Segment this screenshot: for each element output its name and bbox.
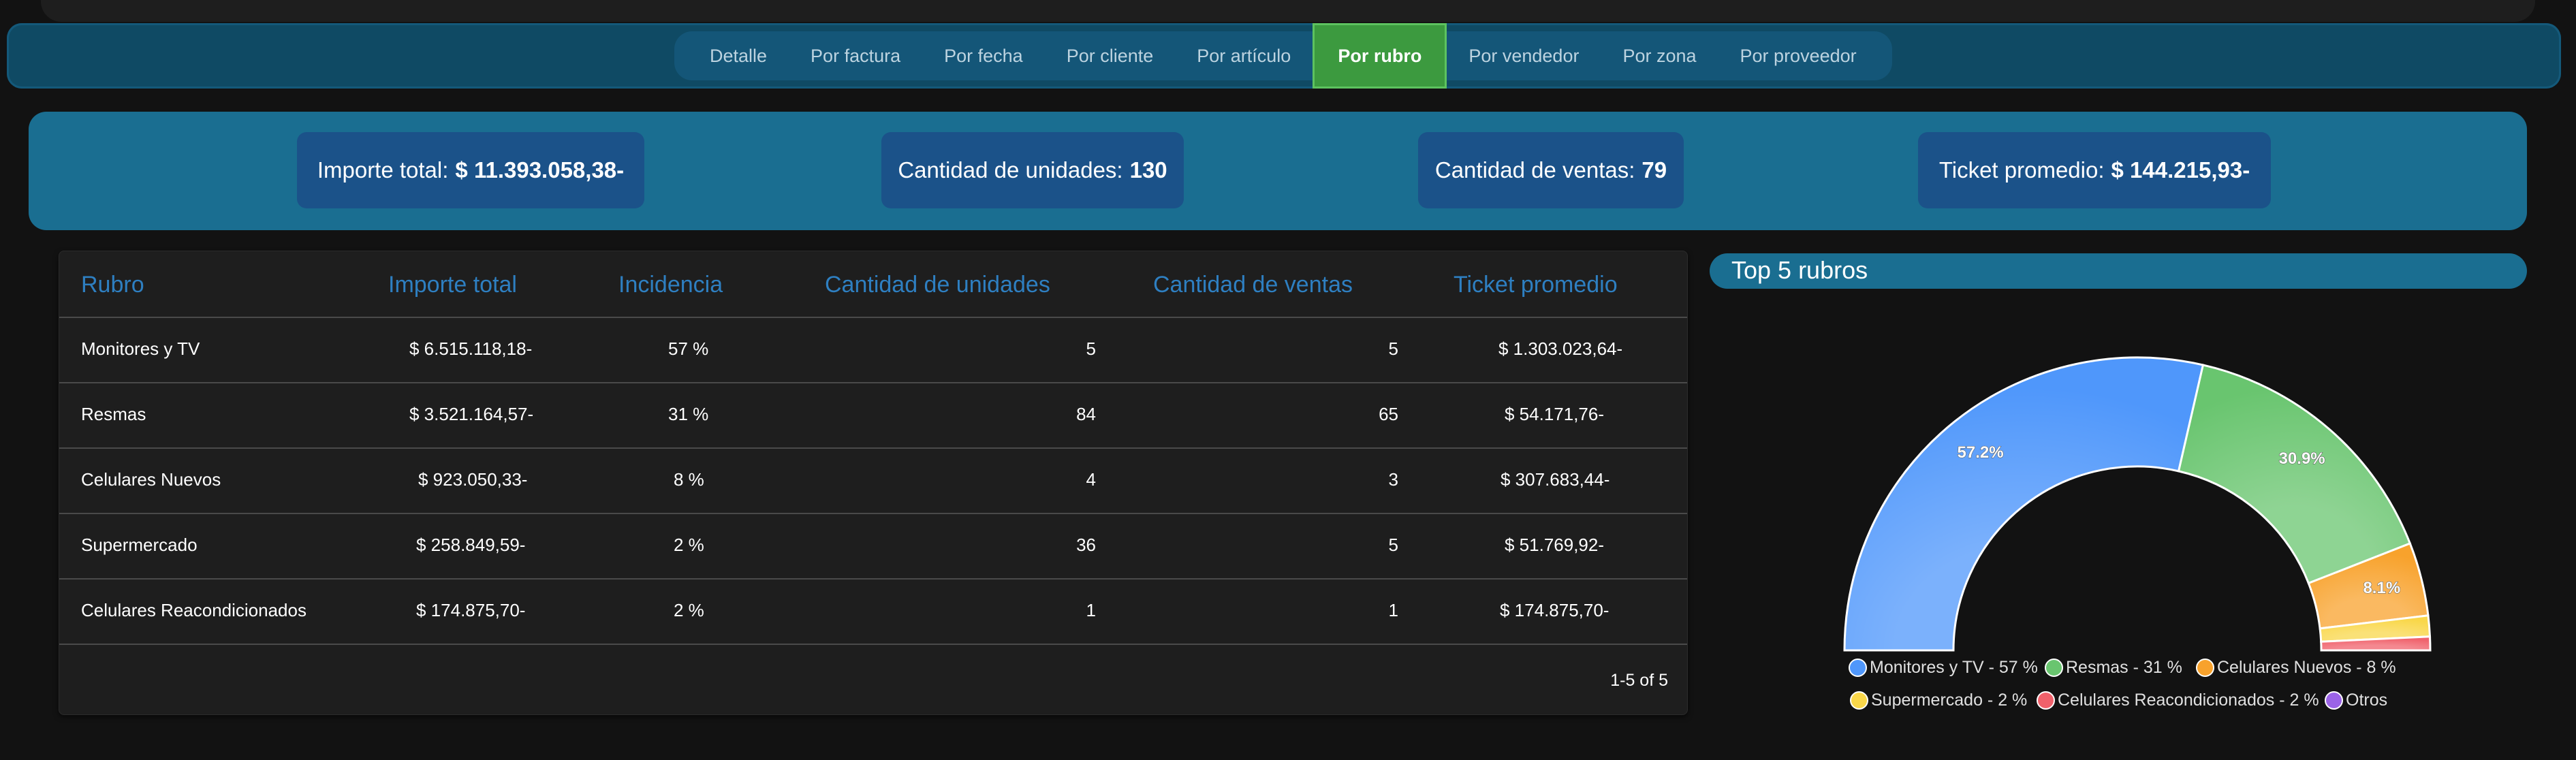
cell-importe: $ 6.515.118,18- — [409, 338, 533, 359]
table-row[interactable]: Supermercado $ 258.849,59- 2 % 36 5 $ 51… — [59, 514, 1687, 580]
cell-incidencia: 57 % — [668, 338, 709, 359]
cell-unidades: 5 — [1086, 338, 1096, 359]
cell-unidades: 84 — [1076, 404, 1096, 424]
legend-swatch — [1850, 691, 1868, 710]
summary-importe-total: Importe total: $ 11.393.058,38- — [297, 132, 644, 208]
cell-rubro: Supermercado — [81, 535, 198, 555]
report-tabs: Detalle Por factura Por fecha Por client… — [674, 23, 1892, 89]
summary-label: Ticket promedio: — [1938, 157, 2105, 183]
cell-rubro: Celulares Reacondicionados — [81, 600, 307, 620]
cell-unidades: 1 — [1086, 600, 1096, 620]
table-row[interactable]: Celulares Reacondicionados $ 174.875,70-… — [59, 580, 1687, 645]
top-panel-edge — [41, 0, 2535, 22]
cell-unidades: 4 — [1086, 469, 1096, 490]
legend-swatch — [1849, 659, 1867, 677]
legend-swatch — [2045, 659, 2063, 677]
cell-rubro: Monitores y TV — [81, 338, 200, 359]
summary-value: $ 11.393.058,38- — [455, 157, 625, 183]
cell-ventas: 1 — [1388, 600, 1398, 620]
legend-item[interactable]: Otros — [2325, 691, 2387, 710]
cell-ticket: $ 54.171,76- — [1505, 404, 1605, 424]
cell-unidades: 36 — [1076, 535, 1096, 555]
cell-importe: $ 3.521.164,57- — [409, 404, 534, 424]
donut-slice-highlight — [2308, 543, 2428, 629]
chart-title: Top 5 rubros — [1731, 256, 1868, 284]
cell-ventas: 5 — [1388, 535, 1398, 555]
donut-slice[interactable] — [1843, 356, 2205, 652]
table-row[interactable]: Celulares Nuevos $ 923.050,33- 8 % 4 3 $… — [59, 449, 1687, 514]
legend-label: Celulares Nuevos - 8 % — [2217, 658, 2396, 677]
summary-cantidad-ventas: Cantidad de ventas: 79 — [1418, 132, 1684, 208]
summary-value: $ 144.215,93- — [2111, 157, 2250, 183]
legend-swatch — [2037, 691, 2055, 710]
legend-label: Otros — [2346, 691, 2388, 710]
legend-swatch — [2196, 659, 2214, 677]
donut-slice-highlight — [2178, 364, 2410, 584]
column-header-ticket-promedio[interactable]: Ticket promedio — [1454, 272, 1618, 298]
donut-slice[interactable] — [2319, 614, 2432, 643]
legend-label: Celulares Reacondicionados - 2 % — [2058, 691, 2319, 710]
cell-importe: $ 258.849,59- — [416, 535, 526, 555]
summary-label: Importe total: — [317, 157, 449, 183]
cell-ticket: $ 307.683,44- — [1501, 469, 1610, 490]
summary-cantidad-unidades: Cantidad de unidades: 130 — [881, 132, 1184, 208]
donut-slice[interactable] — [2320, 635, 2432, 652]
table-row[interactable]: Monitores y TV $ 6.515.118,18- 57 % 5 5 … — [59, 318, 1687, 383]
summary-value: 130 — [1129, 157, 1167, 183]
legend-label: Monitores y TV - 57 % — [1870, 658, 2038, 677]
tab-por-proveedor[interactable]: Por proveedor — [1718, 31, 1879, 80]
tab-por-rubro[interactable]: Por rubro — [1313, 23, 1447, 89]
cell-ticket: $ 174.875,70- — [1500, 600, 1609, 620]
cell-ticket: $ 51.769,92- — [1505, 535, 1605, 555]
donut-slice[interactable] — [2307, 542, 2430, 630]
legend-item[interactable]: Celulares Nuevos - 8 % — [2196, 658, 2396, 678]
slice-label: 57.2% — [1958, 443, 2004, 462]
donut-slice-highlight — [1844, 357, 2203, 650]
legend-label: Resmas - 31 % — [2066, 658, 2182, 677]
summary-label: Cantidad de ventas: — [1434, 157, 1635, 183]
tab-por-fecha[interactable]: Por fecha — [922, 31, 1045, 80]
tab-por-cliente[interactable]: Por cliente — [1045, 31, 1176, 80]
column-header-cantidad-ventas[interactable]: Cantidad de ventas — [1153, 272, 1353, 298]
tab-por-zona[interactable]: Por zona — [1601, 31, 1718, 80]
tab-por-articulo[interactable]: Por artículo — [1175, 31, 1313, 80]
column-header-cantidad-unidades[interactable]: Cantidad de unidades — [825, 272, 1050, 298]
summary-label: Cantidad de unidades: — [898, 157, 1123, 183]
tab-por-factura[interactable]: Por factura — [789, 31, 922, 80]
column-header-importe-total[interactable]: Importe total — [388, 272, 517, 298]
slice-label: 8.1% — [2363, 579, 2400, 597]
legend-item[interactable]: Resmas - 31 % — [2045, 658, 2182, 678]
donut-slice-highlight — [2320, 615, 2430, 642]
cell-ticket: $ 1.303.023,64- — [1498, 338, 1623, 359]
donut-slice[interactable] — [2177, 364, 2412, 585]
legend-item[interactable]: Monitores y TV - 57 % — [1849, 658, 2038, 678]
cell-rubro: Resmas — [81, 404, 146, 424]
cell-rubro: Celulares Nuevos — [81, 469, 221, 490]
cell-ventas: 3 — [1388, 469, 1398, 490]
legend-swatch — [2325, 691, 2343, 710]
legend-item[interactable]: Supermercado - 2 % — [1850, 691, 2027, 710]
legend-item[interactable]: Celulares Reacondicionados - 2 % — [2037, 691, 2319, 710]
cell-ventas: 5 — [1388, 338, 1398, 359]
tab-por-vendedor[interactable]: Por vendedor — [1447, 31, 1601, 80]
cell-importe: $ 174.875,70- — [416, 600, 526, 620]
cell-incidencia: 2 % — [674, 535, 704, 555]
slice-label: 30.9% — [2279, 449, 2325, 468]
donut-slice-highlight — [2321, 636, 2430, 650]
column-header-rubro[interactable]: Rubro — [81, 272, 144, 298]
rubros-table: Rubro Importe total Incidencia Cantidad … — [59, 251, 1688, 715]
summary-value: 79 — [1642, 157, 1667, 183]
tab-detalle[interactable]: Detalle — [688, 31, 789, 80]
pagination-info: 1-5 of 5 — [1610, 671, 1668, 690]
table-row[interactable]: Resmas $ 3.521.164,57- 31 % 84 65 $ 54.1… — [59, 383, 1687, 449]
column-header-incidencia[interactable]: Incidencia — [618, 272, 723, 298]
cell-incidencia: 8 % — [674, 469, 704, 490]
legend-label: Supermercado - 2 % — [1871, 691, 2028, 710]
cell-ventas: 65 — [1379, 404, 1398, 424]
cell-importe: $ 923.050,33- — [418, 469, 528, 490]
summary-ticket-promedio: Ticket promedio: $ 144.215,93- — [1918, 132, 2271, 208]
cell-incidencia: 31 % — [668, 404, 709, 424]
cell-incidencia: 2 % — [674, 600, 704, 620]
